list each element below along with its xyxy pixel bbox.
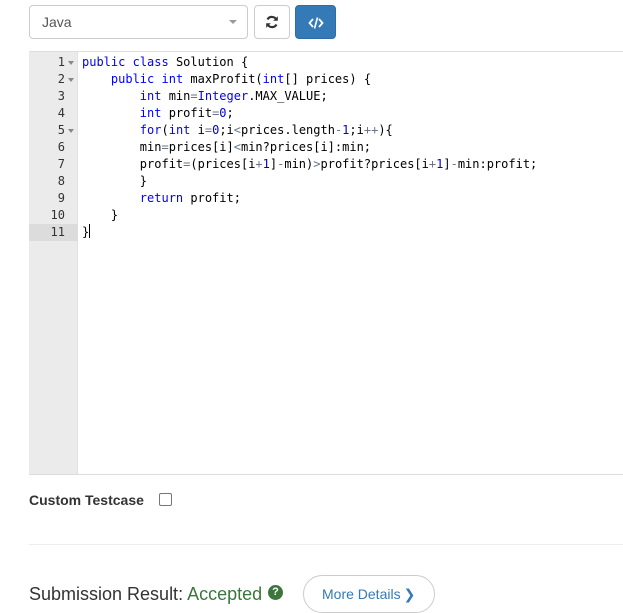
line-number: 1	[29, 54, 78, 71]
line-number: 10	[50, 208, 65, 222]
line-number: 2	[29, 71, 78, 88]
fold-arrow-icon[interactable]	[68, 61, 74, 65]
submission-result: Submission Result: Accepted ?	[29, 582, 283, 606]
reset-code-button[interactable]	[254, 5, 290, 39]
code-line[interactable]: int min=Integer.MAX_VALUE;	[82, 88, 328, 105]
code-icon	[308, 17, 324, 29]
code-line[interactable]: public class Solution {	[82, 54, 248, 71]
format-code-button[interactable]	[295, 5, 336, 39]
custom-testcase: Custom Testcase	[29, 491, 172, 509]
fold-arrow-icon[interactable]	[68, 129, 74, 133]
submission-result-label: Submission Result:	[29, 584, 184, 604]
submission-status: Accepted	[187, 584, 263, 604]
code-line[interactable]: }	[82, 173, 147, 190]
chevron-right-icon: ❯	[403, 586, 416, 602]
line-number: 5	[29, 122, 78, 139]
line-number-gutter: 1 2 3 4 5 6 7 8 9 10 11	[29, 52, 78, 474]
language-select[interactable]: Java	[29, 5, 248, 39]
line-number: 9	[57, 191, 65, 205]
code-line[interactable]: int profit=0;	[82, 105, 234, 122]
code-line[interactable]: min=prices[i]<min?prices[i]:min;	[82, 139, 371, 156]
code-line[interactable]: public int maxProfit(int[] prices) {	[82, 71, 371, 88]
divider	[29, 544, 623, 545]
fold-arrow-icon[interactable]	[68, 78, 74, 82]
line-number: 6	[57, 140, 65, 154]
code-line[interactable]: }	[82, 224, 91, 241]
text-cursor	[89, 224, 91, 238]
line-number: 8	[57, 174, 65, 188]
caret-down-icon	[229, 20, 237, 24]
custom-testcase-label: Custom Testcase	[29, 492, 144, 508]
code-line[interactable]: profit=(prices[i+1]-min)>profit?prices[i…	[82, 156, 538, 173]
custom-testcase-checkbox[interactable]	[159, 493, 172, 506]
line-number: 7	[57, 157, 65, 171]
more-details-label: More Details	[322, 586, 401, 602]
code-editor[interactable]: 1 2 3 4 5 6 7 8 9 10 11 public class Sol…	[29, 51, 623, 475]
code-line[interactable]: for(int i=0;i<prices.length-1;i++){	[82, 122, 393, 139]
line-number: 4	[57, 106, 65, 120]
code-line[interactable]: return profit;	[82, 190, 241, 207]
line-number: 3	[57, 89, 65, 103]
language-select-value: Java	[42, 14, 72, 30]
code-line[interactable]: }	[82, 207, 118, 224]
refresh-icon	[266, 15, 278, 29]
more-details-button[interactable]: More Details ❯	[303, 575, 435, 613]
line-number-active: 11	[29, 224, 78, 241]
question-icon[interactable]: ?	[268, 585, 283, 600]
